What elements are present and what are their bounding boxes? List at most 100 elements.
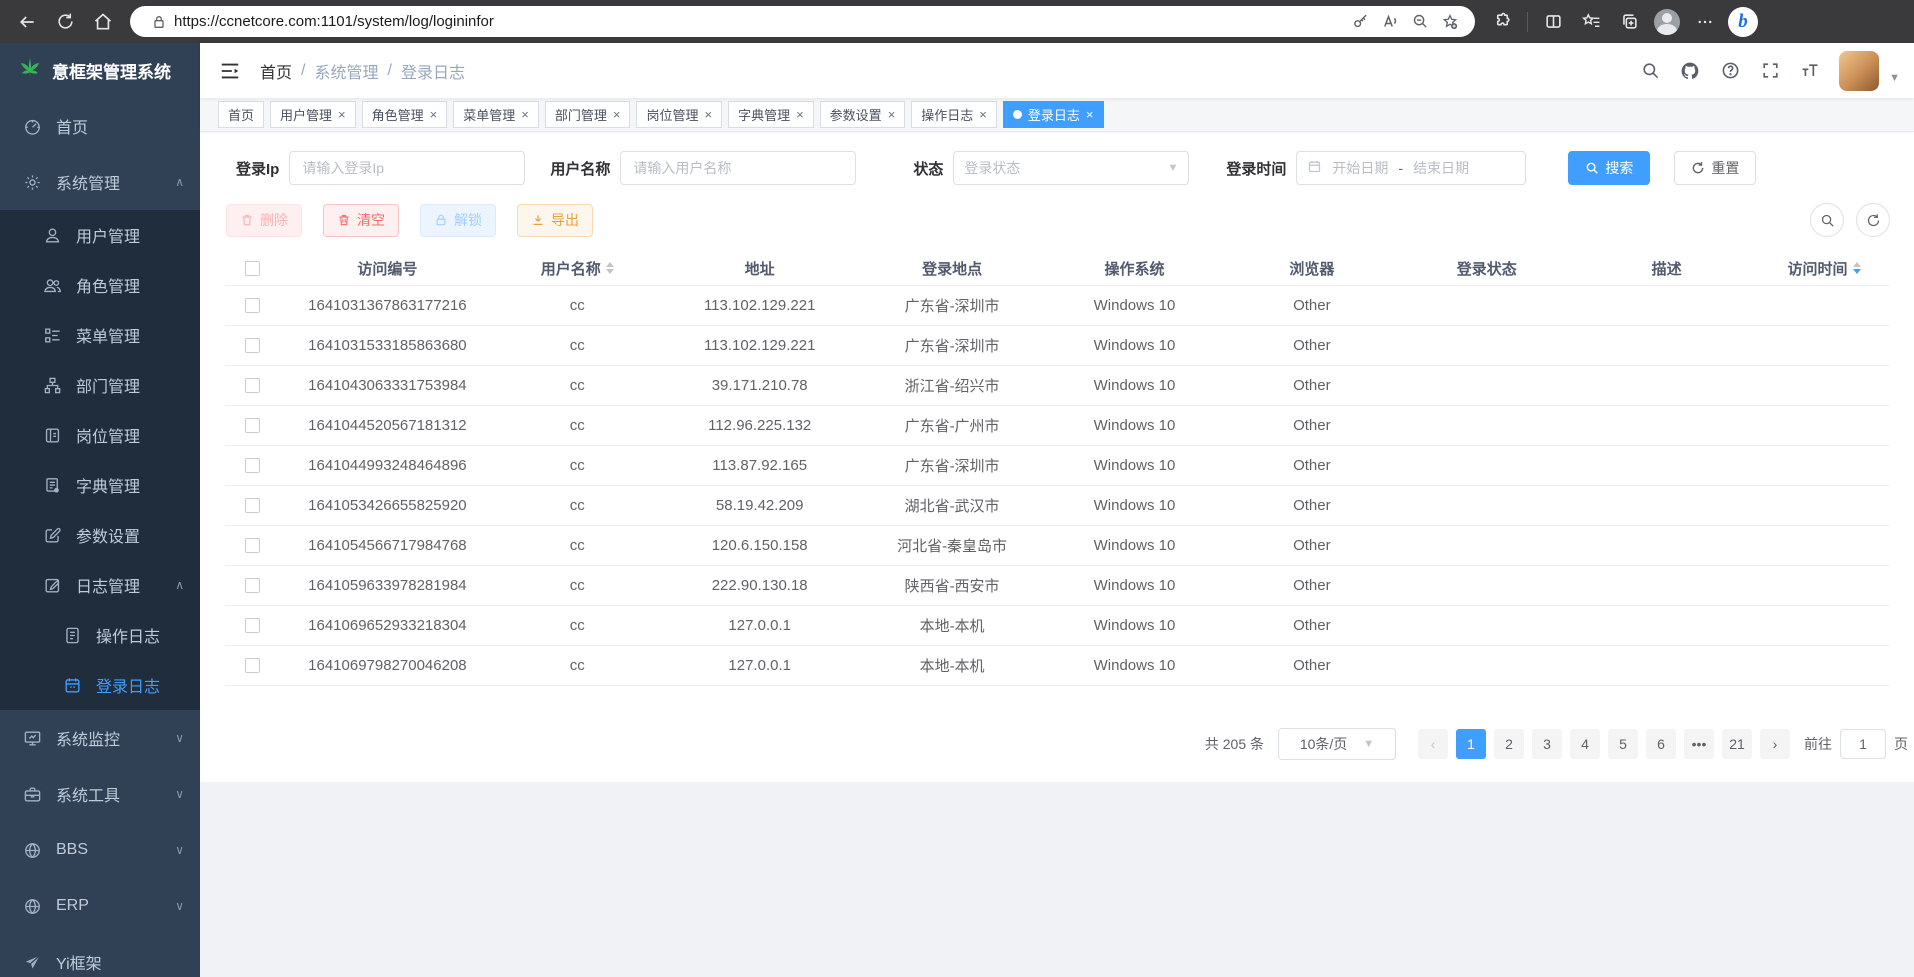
collections-icon[interactable] [1612,5,1646,39]
read-aloud-icon[interactable] [1375,7,1405,37]
page-button-6[interactable]: 6 [1646,729,1676,759]
login-ip-input[interactable] [289,151,525,185]
row-checkbox[interactable] [245,298,260,313]
sidebar-item-role-mgmt[interactable]: 角色管理 [0,260,200,310]
reset-button[interactable]: 重置 [1674,151,1756,185]
row-checkbox[interactable] [245,498,260,513]
close-icon[interactable]: × [704,108,712,121]
zoom-out-icon[interactable] [1405,7,1435,37]
tab-菜单管理[interactable]: 菜单管理× [453,101,539,128]
tab-字典管理[interactable]: 字典管理× [728,101,814,128]
sidebar-item-system-mgmt[interactable]: 系统管理∧ [0,154,200,210]
unlock-button[interactable]: 解锁 [420,204,496,237]
sidebar-item-bbs[interactable]: BBS∨ [0,822,200,878]
tab-操作日志[interactable]: 操作日志× [911,101,997,128]
refresh-icon[interactable] [48,5,82,39]
github-icon[interactable] [1673,54,1707,88]
sort-carets-icon[interactable] [606,262,614,274]
browser-essentials-icon[interactable] [1485,5,1519,39]
page-button-1[interactable]: 1 [1456,729,1486,759]
sidebar-item-param-settings[interactable]: 参数设置 [0,510,200,560]
close-icon[interactable]: × [338,108,346,121]
sidebar-item-dict-mgmt[interactable]: 字典管理 [0,460,200,510]
app-logo[interactable]: 意框架管理系统 [0,43,200,98]
breadcrumb-system[interactable]: 系统管理 [314,59,378,83]
sidebar-item-user-mgmt[interactable]: 用户管理 [0,210,200,260]
split-screen-icon[interactable] [1536,5,1570,39]
font-size-icon[interactable] [1793,54,1827,88]
chevron-down-icon[interactable]: ▼ [1889,72,1900,84]
page-button-21[interactable]: 21 [1722,729,1752,759]
delete-button[interactable]: 删除 [226,204,302,237]
column-header-user_name[interactable]: 用户名称 [495,258,660,279]
tab-登录日志[interactable]: 登录日志× [1003,101,1104,128]
sidebar-item-home[interactable]: 首页 [0,98,200,154]
close-icon[interactable]: × [1086,108,1094,121]
row-checkbox[interactable] [245,458,260,473]
date-range-picker[interactable]: 开始日期 - 结束日期 [1296,151,1526,185]
page-button-5[interactable]: 5 [1608,729,1638,759]
home-icon[interactable] [86,5,120,39]
collapse-sidebar-icon[interactable] [216,57,244,85]
tab-岗位管理[interactable]: 岗位管理× [636,101,722,128]
close-icon[interactable]: × [521,108,529,121]
sidebar-item-login-log[interactable]: 登录日志 [0,660,200,710]
url-text[interactable]: https://ccnetcore.com:1101/system/log/lo… [174,13,1345,30]
tab-首页[interactable]: 首页 [218,101,264,128]
select-all-checkbox[interactable] [245,261,260,276]
sort-carets-icon[interactable] [1853,262,1861,274]
page-button-3[interactable]: 3 [1532,729,1562,759]
close-icon[interactable]: × [430,108,438,121]
breadcrumb-home[interactable]: 首页 [260,59,292,83]
address-bar[interactable]: https://ccnetcore.com:1101/system/log/lo… [130,6,1475,37]
add-favorite-icon[interactable] [1435,7,1465,37]
user-avatar[interactable] [1839,51,1879,91]
sidebar-item-dept-mgmt[interactable]: 部门管理 [0,360,200,410]
row-checkbox[interactable] [245,618,260,633]
close-icon[interactable]: × [613,108,621,121]
sidebar-item-sys-monitor[interactable]: 系统监控∨ [0,710,200,766]
user-name-input[interactable] [620,151,856,185]
tab-参数设置[interactable]: 参数设置× [820,101,906,128]
clear-button[interactable]: 清空 [323,204,399,237]
page-size-select[interactable]: 10条/页 ▼ [1278,728,1396,760]
sidebar-item-op-log[interactable]: 操作日志 [0,610,200,660]
column-header-visit_time[interactable]: 访问时间 [1759,258,1889,279]
show-search-toggle-icon[interactable] [1810,203,1844,237]
refresh-table-icon[interactable] [1856,203,1890,237]
end-date-placeholder[interactable]: 结束日期 [1413,158,1469,178]
bing-icon[interactable]: b [1726,5,1760,39]
tab-部门管理[interactable]: 部门管理× [545,101,631,128]
lock-icon[interactable] [144,7,174,37]
profile-avatar[interactable] [1650,5,1684,39]
page-button-2[interactable]: 2 [1494,729,1524,759]
status-select[interactable]: 登录状态 ▼ [953,151,1189,185]
more-pages-button[interactable]: ••• [1684,729,1714,759]
sidebar-item-yi-framework[interactable]: Yi框架 [0,934,200,977]
sidebar-item-log-mgmt[interactable]: 日志管理∧ [0,560,200,610]
row-checkbox[interactable] [245,658,260,673]
row-checkbox[interactable] [245,418,260,433]
fullscreen-icon[interactable] [1753,54,1787,88]
row-checkbox[interactable] [245,538,260,553]
close-icon[interactable]: × [888,108,896,121]
tab-用户管理[interactable]: 用户管理× [270,101,356,128]
favorites-icon[interactable] [1574,5,1608,39]
back-icon[interactable] [10,5,44,39]
sidebar-item-sys-tools[interactable]: 系统工具∨ [0,766,200,822]
more-icon[interactable] [1688,5,1722,39]
search-icon[interactable] [1633,54,1667,88]
sidebar-item-post-mgmt[interactable]: 岗位管理 [0,410,200,460]
row-checkbox[interactable] [245,578,260,593]
goto-page-input[interactable] [1840,729,1886,759]
sidebar-item-erp[interactable]: ERP∨ [0,878,200,934]
close-icon[interactable]: × [796,108,804,121]
start-date-placeholder[interactable]: 开始日期 [1332,158,1388,178]
prev-page-button[interactable]: ‹ [1418,729,1448,759]
row-checkbox[interactable] [245,378,260,393]
key-icon[interactable] [1345,7,1375,37]
close-icon[interactable]: × [979,108,987,121]
tab-角色管理[interactable]: 角色管理× [362,101,448,128]
search-button[interactable]: 搜索 [1568,151,1650,185]
row-checkbox[interactable] [245,338,260,353]
